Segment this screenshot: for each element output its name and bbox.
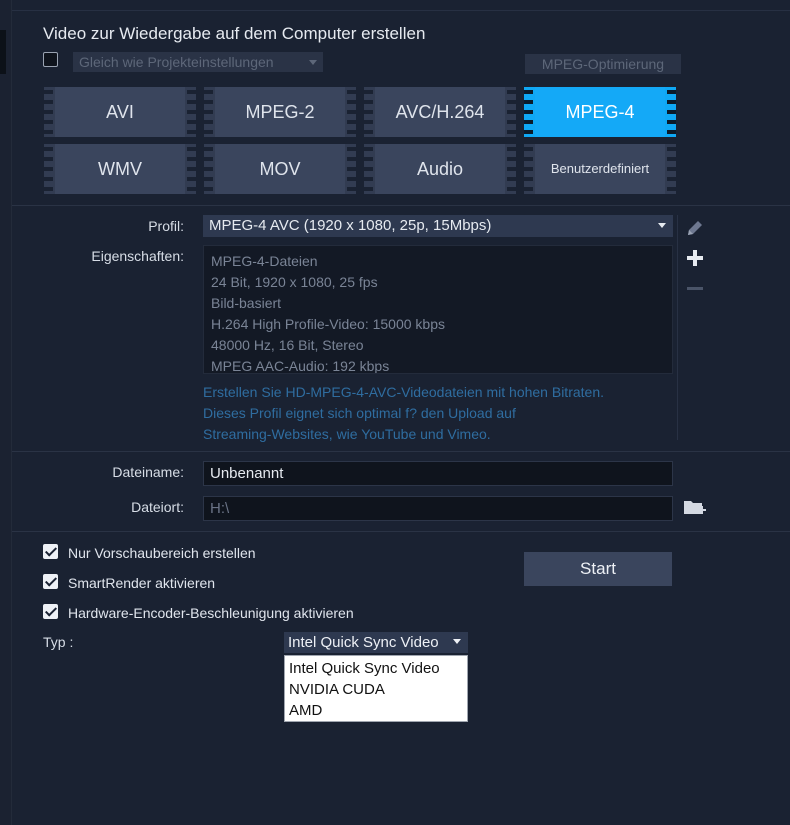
profile-value: MPEG-4 AVC (1920 x 1080, 25p, 15Mbps) <box>209 217 492 234</box>
format-label: MPEG-4 <box>565 102 635 122</box>
type-label: Typ : <box>43 634 74 650</box>
format-label: AVC/H.264 <box>395 102 485 122</box>
section-divider <box>12 451 790 452</box>
format-label: AVI <box>106 102 134 122</box>
format-custom-button[interactable]: Benutzerdefiniert <box>524 144 676 194</box>
same-as-project-label: Gleich wie Projekteinstellungen <box>79 54 274 70</box>
vertical-divider <box>677 215 678 440</box>
format-avc-button[interactable]: AVC/H.264 <box>364 87 516 137</box>
preview-only-label: Nur Vorschaubereich erstellen <box>68 545 256 561</box>
chevron-down-icon <box>309 60 317 65</box>
folder-add-icon[interactable] <box>683 497 706 519</box>
same-as-project-dropdown[interactable]: Gleich wie Projekteinstellungen <box>73 52 323 72</box>
filename-input[interactable]: Unbenannt <box>203 461 673 486</box>
hw-encoder-checkbox[interactable] <box>43 604 58 619</box>
filename-label: Dateiname: <box>112 464 184 480</box>
format-label: MPEG-2 <box>245 102 315 122</box>
top-divider <box>12 10 790 11</box>
format-label: Audio <box>416 159 464 179</box>
type-option-intel[interactable]: Intel Quick Sync Video <box>289 658 467 679</box>
type-option-nvidia[interactable]: NVIDIA CUDA <box>289 679 467 700</box>
properties-label: Eigenschaften: <box>91 248 184 264</box>
type-option-amd[interactable]: AMD <box>289 700 467 721</box>
description-line: Dieses Profil eignet sich optimal f? den… <box>203 405 516 421</box>
format-mpeg2-button[interactable]: MPEG-2 <box>204 87 356 137</box>
left-sidebar-strip <box>0 0 12 825</box>
sidebar-marker <box>0 30 6 74</box>
format-label: WMV <box>98 159 142 179</box>
format-mov-button[interactable]: MOV <box>204 144 356 194</box>
minus-icon[interactable] <box>684 277 706 299</box>
hw-encoder-label: Hardware-Encoder-Beschleunigung aktivier… <box>68 605 354 621</box>
property-line: MPEG-4-Dateien <box>211 253 318 269</box>
location-input[interactable]: H:\ <box>203 496 673 521</box>
property-line: H.264 High Profile-Video: 15000 kbps <box>211 316 446 332</box>
property-line: 48000 Hz, 16 Bit, Stereo <box>211 337 364 353</box>
plus-icon[interactable] <box>684 247 706 269</box>
preview-only-checkbox[interactable] <box>43 544 58 559</box>
property-line: 24 Bit, 1920 x 1080, 25 fps <box>211 274 378 290</box>
description-line: Streaming-Websites, wie YouTube und Vime… <box>203 426 491 442</box>
start-button[interactable]: Start <box>524 552 672 586</box>
chevron-down-icon <box>658 223 666 228</box>
section-divider <box>12 531 790 532</box>
format-mpeg4-button[interactable]: MPEG-4 <box>524 87 676 137</box>
location-label: Dateiort: <box>131 499 184 515</box>
format-avi-button[interactable]: AVI <box>44 87 196 137</box>
type-menu: Intel Quick Sync Video NVIDIA CUDA AMD <box>284 655 468 722</box>
profile-label: Profil: <box>148 218 184 234</box>
section-divider <box>12 205 790 206</box>
property-line: Bild-basiert <box>211 295 282 311</box>
property-line: MPEG AAC-Audio: 192 kbps <box>211 358 390 374</box>
smartrender-label: SmartRender aktivieren <box>68 575 216 591</box>
same-as-project-checkbox[interactable] <box>43 52 58 67</box>
chevron-down-icon <box>453 639 461 644</box>
type-selected: Intel Quick Sync Video <box>288 634 439 651</box>
format-wmv-button[interactable]: WMV <box>44 144 196 194</box>
mpeg-optimization-button[interactable]: MPEG-Optimierung <box>525 54 681 74</box>
type-dropdown[interactable]: Intel Quick Sync Video <box>284 632 468 653</box>
profile-description: Erstellen Sie HD-MPEG-4-AVC-Videodateien… <box>203 382 673 445</box>
format-label: MOV <box>259 159 301 179</box>
page-title: Video zur Wiedergabe auf dem Computer er… <box>43 24 426 43</box>
profile-dropdown[interactable]: MPEG-4 AVC (1920 x 1080, 25p, 15Mbps) <box>203 215 673 237</box>
pencil-icon[interactable] <box>684 217 706 239</box>
format-audio-button[interactable]: Audio <box>364 144 516 194</box>
properties-box: MPEG-4-Dateien 24 Bit, 1920 x 1080, 25 f… <box>203 245 673 374</box>
description-line: Erstellen Sie HD-MPEG-4-AVC-Videodateien… <box>203 384 604 400</box>
format-label: Benutzerdefiniert <box>550 161 650 176</box>
smartrender-checkbox[interactable] <box>43 574 58 589</box>
